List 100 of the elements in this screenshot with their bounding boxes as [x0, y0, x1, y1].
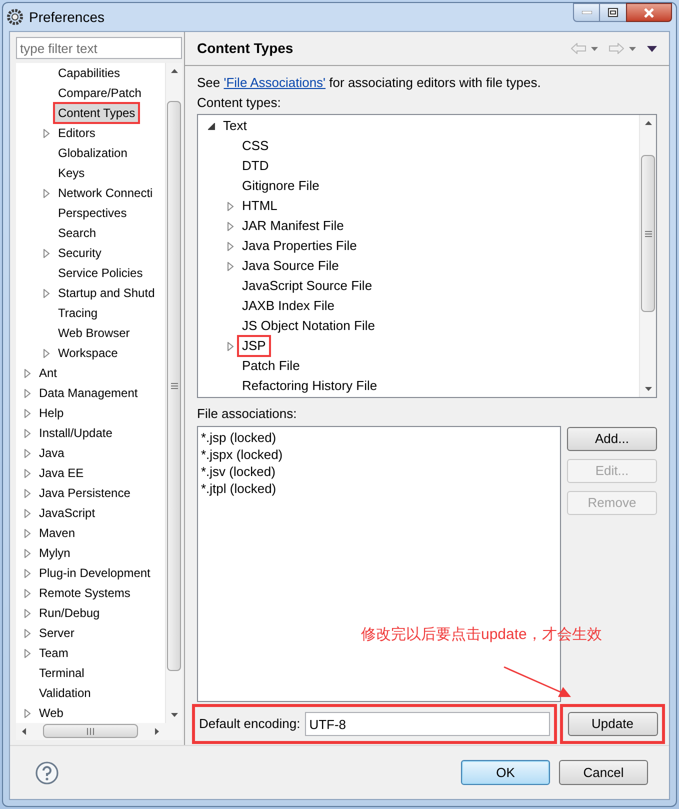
tree-item[interactable]: Help — [36, 404, 67, 422]
scroll-down-icon[interactable] — [170, 713, 178, 717]
expand-arrow-icon[interactable] — [24, 428, 31, 438]
tree-item[interactable]: Content Types — [55, 104, 138, 122]
tree-item[interactable]: Ant — [36, 364, 60, 382]
expand-arrow-icon[interactable] — [227, 262, 234, 270]
expand-arrow-icon[interactable] — [24, 628, 31, 638]
tree-item[interactable]: Validation — [36, 684, 94, 702]
tree-item[interactable]: Service Policies — [55, 264, 146, 282]
vertical-scrollbar[interactable] — [165, 63, 182, 723]
expand-arrow-icon[interactable] — [24, 448, 31, 458]
scroll-left-icon[interactable] — [22, 728, 26, 735]
list-item[interactable]: *.jspx (locked) — [201, 446, 560, 463]
tree-item[interactable]: Java — [36, 444, 68, 462]
expand-arrow-icon[interactable] — [24, 708, 31, 718]
tree-item[interactable]: Tracing — [55, 304, 101, 322]
maximize-button[interactable] — [600, 3, 626, 22]
tree-item[interactable]: Run/Debug — [36, 604, 103, 622]
expand-arrow-icon[interactable] — [227, 202, 234, 210]
caret-icon[interactable] — [629, 46, 636, 50]
tree-item[interactable]: JavaScript Source File — [239, 277, 376, 295]
tree-item[interactable]: JavaScript — [36, 504, 98, 522]
tree-item[interactable]: Web — [36, 704, 66, 722]
tree-item[interactable]: Security — [55, 244, 104, 262]
dialog-button[interactable]: Cancel — [559, 760, 648, 785]
tree-item[interactable]: Install/Update — [36, 424, 116, 442]
filter-field[interactable]: type filter text — [16, 37, 182, 59]
update-button[interactable]: Update — [568, 712, 658, 736]
caret-icon[interactable] — [591, 46, 598, 50]
expand-arrow-icon[interactable] — [43, 248, 50, 258]
tree-item[interactable]: Java Persistence — [36, 484, 134, 502]
minimize-button[interactable] — [573, 3, 600, 22]
expand-arrow-icon[interactable] — [24, 608, 31, 618]
expand-arrow-icon[interactable] — [24, 388, 31, 398]
tree-item[interactable]: Text — [220, 117, 250, 135]
expand-arrow-icon[interactable] — [24, 408, 31, 418]
close-button[interactable] — [626, 3, 672, 22]
tree-item[interactable]: Web Browser — [55, 324, 133, 342]
tree-item[interactable]: Capabilities — [55, 64, 124, 82]
tree-item[interactable]: Data Management — [36, 384, 141, 402]
expand-arrow-icon[interactable] — [24, 648, 31, 658]
tree-item[interactable]: Startup and Shutd — [55, 284, 158, 302]
dialog-button[interactable]: OK — [461, 760, 550, 785]
expand-arrow-icon[interactable] — [43, 348, 50, 358]
tree-item[interactable]: Workspace — [55, 344, 121, 362]
tree-item[interactable]: Compare/Patch — [55, 84, 144, 102]
expand-arrow-icon[interactable] — [24, 488, 31, 498]
tree-item[interactable]: HTML — [239, 197, 280, 215]
expand-arrow-icon[interactable] — [24, 528, 31, 538]
action-button[interactable]: Add... — [567, 427, 657, 451]
tree-item[interactable]: Plug-in Development — [36, 564, 154, 582]
encoding-field[interactable]: UTF-8 — [305, 712, 550, 736]
tree-item[interactable]: Network Connecti — [55, 184, 156, 202]
tree-item[interactable]: Globalization — [55, 144, 130, 162]
list-item[interactable]: *.jsv (locked) — [201, 463, 560, 480]
tree-item[interactable]: Maven — [36, 524, 78, 542]
back-arrow-icon[interactable] — [571, 43, 586, 54]
expand-arrow-icon[interactable] — [227, 342, 234, 350]
vertical-scrollbar[interactable] — [639, 115, 656, 397]
horizontal-scrollbar[interactable] — [16, 723, 182, 740]
expand-arrow-icon[interactable] — [24, 468, 31, 478]
tree-item[interactable]: Mylyn — [36, 544, 74, 562]
scrollbar-thumb[interactable] — [43, 724, 138, 738]
list-item[interactable]: *.jtpl (locked) — [201, 480, 560, 497]
tree-item[interactable]: JAXB Index File — [239, 297, 338, 315]
list-item[interactable]: *.jsp (locked) — [201, 429, 560, 446]
expand-arrow-icon[interactable] — [43, 188, 50, 198]
view-menu-icon[interactable] — [647, 46, 657, 52]
tree-item[interactable]: Java Properties File — [239, 237, 360, 255]
tree-item[interactable]: Java EE — [36, 464, 87, 482]
scroll-right-icon[interactable] — [155, 728, 159, 735]
tree-item[interactable]: Keys — [55, 164, 88, 182]
tree-item[interactable]: Patch File — [239, 357, 303, 375]
file-associations-link[interactable]: 'File Associations' — [224, 75, 326, 90]
forward-arrow-icon[interactable] — [609, 43, 624, 54]
tree-item[interactable]: Editors — [55, 124, 98, 142]
collapse-arrow-icon[interactable] — [208, 122, 215, 130]
tree-item[interactable]: Gitignore File — [239, 177, 322, 195]
scroll-up-icon[interactable] — [644, 121, 652, 125]
tree-item[interactable]: JSP — [239, 337, 269, 355]
scrollbar-thumb[interactable] — [167, 101, 181, 671]
scroll-down-icon[interactable] — [644, 387, 652, 391]
expand-arrow-icon[interactable] — [227, 222, 234, 230]
scroll-up-icon[interactable] — [170, 69, 178, 73]
tree-item[interactable]: Terminal — [36, 664, 88, 682]
tree-item[interactable]: JAR Manifest File — [239, 217, 347, 235]
tree-item[interactable]: CSS — [239, 137, 272, 155]
expand-arrow-icon[interactable] — [24, 548, 31, 558]
tree-item[interactable]: Perspectives — [55, 204, 130, 222]
tree-item[interactable]: Remote Systems — [36, 584, 134, 602]
expand-arrow-icon[interactable] — [43, 288, 50, 298]
expand-arrow-icon[interactable] — [24, 588, 31, 598]
expand-arrow-icon[interactable] — [24, 568, 31, 578]
tree-item[interactable]: JS Object Notation File — [239, 317, 378, 335]
tree-item[interactable]: Team — [36, 644, 72, 662]
expand-arrow-icon[interactable] — [24, 508, 31, 518]
scrollbar-thumb[interactable] — [641, 155, 655, 312]
expand-arrow-icon[interactable] — [24, 368, 31, 378]
tree-item[interactable]: Search — [55, 224, 100, 242]
expand-arrow-icon[interactable] — [43, 128, 50, 138]
